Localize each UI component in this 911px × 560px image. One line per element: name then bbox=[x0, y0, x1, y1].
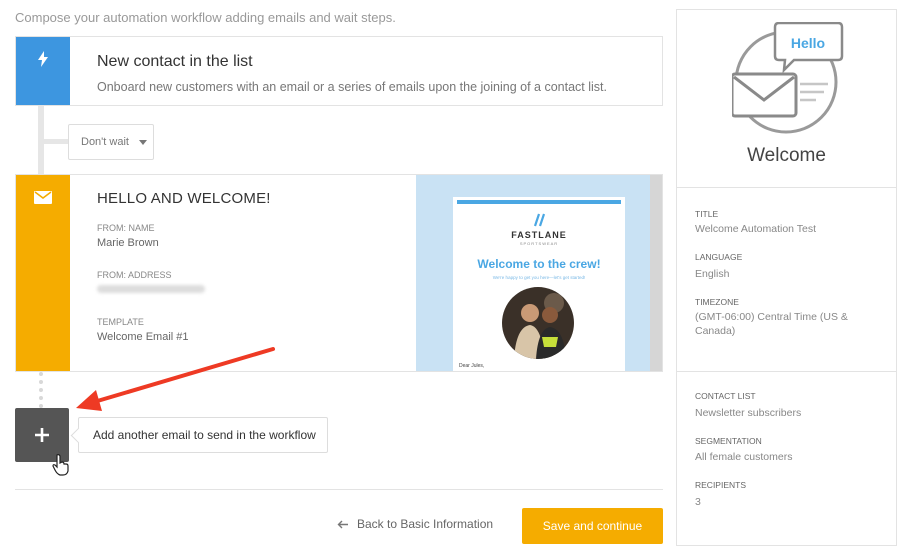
page-intro: Compose your automation workflow adding … bbox=[15, 10, 396, 25]
recipients-value: 3 bbox=[695, 496, 701, 508]
brand-logo-icon bbox=[533, 213, 546, 227]
annotation-arrow-icon bbox=[76, 347, 275, 411]
caret-down-icon bbox=[138, 139, 147, 145]
panel-divider bbox=[677, 187, 896, 188]
trigger-title: New contact in the list bbox=[97, 53, 253, 70]
back-link-label: Back to Basic Information bbox=[357, 517, 494, 531]
preview-brand-sub: SPORTSWEAR bbox=[519, 241, 559, 246]
add-email-tooltip: Add another email to send in the workflo… bbox=[78, 417, 328, 453]
plus-icon bbox=[35, 428, 49, 442]
from-address-blurred bbox=[97, 285, 205, 293]
preview-greeting: Dear Jules, bbox=[459, 363, 485, 369]
summary-panel: Hello Welcome TITLE Welcome Automation T… bbox=[676, 9, 897, 546]
wait-connector bbox=[44, 139, 68, 144]
preview-photo bbox=[502, 287, 574, 359]
contact-list-value: Newsletter subscribers bbox=[695, 407, 802, 419]
preview-subline: We're happy to get you here—let's get st… bbox=[492, 275, 586, 280]
preview-headline: Welcome to the crew! bbox=[477, 257, 601, 271]
email-strip bbox=[16, 175, 70, 371]
email-title: HELLO AND WELCOME! bbox=[97, 190, 271, 207]
from-address-label: FROM: ADDRESS bbox=[97, 270, 172, 280]
envelope-icon bbox=[34, 191, 52, 204]
hand-cursor-icon bbox=[52, 454, 69, 476]
template-label: TEMPLATE bbox=[97, 317, 144, 327]
email-preview[interactable]: FASTLANE SPORTSWEAR Welcome to the crew!… bbox=[416, 175, 662, 371]
segmentation-label: SEGMENTATION bbox=[695, 436, 762, 446]
recipients-label: RECIPIENTS bbox=[695, 480, 747, 490]
contact-list-label: CONTACT LIST bbox=[695, 391, 756, 401]
back-link[interactable]: Back to Basic Information bbox=[337, 517, 493, 531]
trigger-card[interactable]: New contact in the list Onboard new cust… bbox=[15, 36, 663, 106]
welcome-illustration-icon: Hello bbox=[732, 22, 844, 134]
email-step-card[interactable]: HELLO AND WELCOME! FROM: NAME Marie Brow… bbox=[15, 174, 663, 372]
footer-divider bbox=[15, 489, 663, 490]
timezone-value: (GMT-06:00) Central Time (US & Canada) bbox=[695, 311, 848, 337]
wait-select-value: Don't wait bbox=[81, 136, 129, 148]
template-value: Welcome Email #1 bbox=[97, 331, 189, 343]
title-value: Welcome Automation Test bbox=[695, 223, 817, 235]
panel-title: Welcome bbox=[747, 145, 826, 166]
email-preview-document: FASTLANE SPORTSWEAR Welcome to the crew!… bbox=[453, 197, 625, 371]
arrow-left-icon bbox=[337, 520, 348, 528]
workflow-dotted-connector bbox=[39, 372, 43, 408]
preview-brand: FASTLANE bbox=[511, 230, 567, 240]
save-and-continue-button[interactable]: Save and continue bbox=[522, 508, 663, 544]
language-value: English bbox=[695, 268, 730, 280]
from-name-value: Marie Brown bbox=[97, 237, 159, 249]
trigger-description: Onboard new customers with an email or a… bbox=[97, 80, 607, 94]
preview-top-bar bbox=[457, 200, 621, 204]
language-label: LANGUAGE bbox=[695, 252, 743, 262]
panel-divider bbox=[677, 371, 896, 372]
timezone-label: TIMEZONE bbox=[695, 297, 739, 307]
title-label: TITLE bbox=[695, 209, 719, 219]
segmentation-value: All female customers bbox=[695, 451, 793, 463]
from-name-label: FROM: NAME bbox=[97, 223, 155, 233]
bubble-text: Hello bbox=[791, 35, 825, 51]
preview-scrollbar bbox=[650, 175, 662, 371]
trigger-strip bbox=[16, 37, 70, 105]
wait-select[interactable]: Don't wait bbox=[68, 124, 154, 160]
lightning-icon bbox=[38, 51, 48, 67]
